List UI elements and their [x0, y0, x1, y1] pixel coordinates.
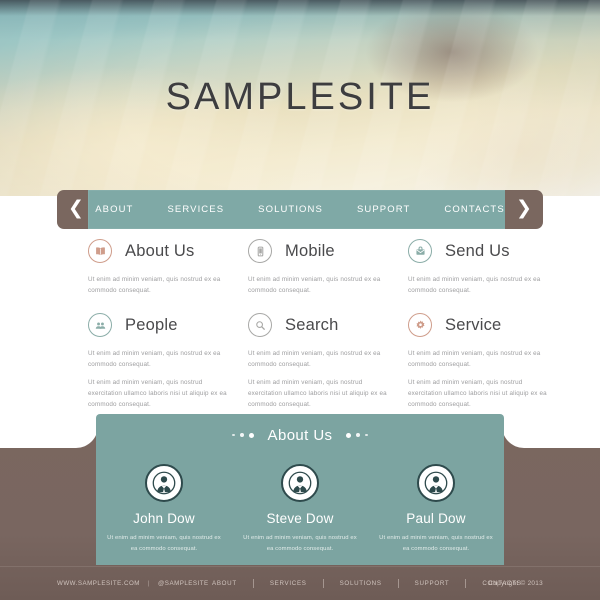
feature-card-header: People: [88, 308, 246, 342]
open-book-icon: [88, 239, 112, 263]
dot-icon: [239, 433, 244, 437]
features-row-2: People Ut enim ad minim veniam, quis nost…: [0, 308, 600, 410]
feature-card-send-us[interactable]: Send Us Ut enim ad minim veniam, quis nos…: [408, 234, 566, 296]
avatar: [281, 464, 319, 502]
team-member-card[interactable]: Paul Dow Ut enim ad minim veniam, quis no…: [368, 456, 504, 555]
feature-card-description: Ut enim ad minim veniam, quis nostrud ex…: [88, 379, 227, 409]
feature-card-description: Ut enim ad minim veniam, quis nostrud ex…: [248, 350, 381, 369]
team-member-name: Steve Dow: [266, 511, 334, 526]
about-us-panel-header: About Us: [96, 414, 504, 456]
footer-link-support[interactable]: SUPPORT: [399, 580, 466, 587]
feature-card-people[interactable]: People Ut enim ad minim veniam, quis nost…: [88, 308, 246, 410]
feature-card-service[interactable]: Service Ut enim ad minim veniam, quis nos…: [408, 308, 566, 410]
feature-card-header: Send Us: [408, 234, 566, 268]
panel-right-shoulder: [502, 426, 600, 448]
footer-brand-group: WWW.SAMPLESITE.COM | @SAMPLESITE: [57, 580, 209, 587]
nav-next-arrow-button[interactable]: ❯: [505, 190, 543, 229]
feature-card-description: Ut enim ad minim veniam, quis nostrud ex…: [88, 350, 221, 369]
team-member-card[interactable]: Steve Dow Ut enim ad minim veniam, quis n…: [232, 456, 368, 555]
page-root: SAMPLESITE ❮ ABOUT SERVICES SOLUTIONS SUPPO…: [0, 0, 600, 600]
panel-left-shoulder: [0, 426, 98, 448]
feature-card-title: About Us: [125, 241, 195, 260]
feature-card-title: Mobile: [285, 241, 335, 260]
features-section: About Us Ut enim ad minim veniam, quis no…: [0, 234, 600, 414]
envelope-icon: [408, 239, 432, 263]
nav-bar: ABOUT SERVICES SOLUTIONS SUPPORT CONTACTS: [88, 190, 512, 229]
team-member-name: Paul Dow: [406, 511, 466, 526]
feature-card-about-us[interactable]: About Us Ut enim ad minim veniam, quis no…: [88, 234, 246, 296]
footer-link-services[interactable]: SERVICES: [254, 580, 323, 587]
footer-navigation: ABOUT SERVICES SOLUTIONS SUPPORT CONTACTS: [196, 579, 538, 588]
gear-icon: [408, 313, 432, 338]
feature-card-title: Search: [285, 315, 339, 334]
feature-card-title: Service: [445, 315, 502, 334]
feature-card-header: Service: [408, 308, 566, 342]
about-us-panel-title: About Us: [267, 426, 333, 444]
footer-link-about[interactable]: ABOUT: [196, 580, 253, 587]
feature-card-description: Ut enim ad minim veniam, quis nostrud ex…: [408, 350, 541, 369]
feature-card-mobile[interactable]: Mobile Ut enim ad minim veniam, quis nost…: [248, 234, 406, 296]
people-icon: [88, 313, 112, 338]
feature-card-description: Ut enim ad minim veniam, quis nostrud ex…: [408, 276, 541, 295]
decorative-dots-left: [232, 432, 254, 438]
feature-card-description: Ut enim ad minim veniam, quis nostrud ex…: [248, 379, 387, 409]
feature-card-description: Ut enim ad minim veniam, quis nostrud ex…: [408, 379, 547, 409]
dot-icon: [232, 433, 235, 437]
page-title: SAMPLESITE: [165, 76, 435, 118]
main-navigation: ❮ ABOUT SERVICES SOLUTIONS SUPPORT CONTACTS …: [57, 190, 543, 229]
site-footer: WWW.SAMPLESITE.COM | @SAMPLESITE ABOUT SE…: [0, 566, 600, 600]
dot-icon: [346, 432, 352, 438]
nav-item-services[interactable]: SERVICES: [150, 204, 241, 215]
dot-icon: [356, 433, 361, 437]
team-member-bio: Ut enim ad minim veniam, quis nostrud ex…: [107, 535, 221, 552]
footer-divider: |: [147, 580, 151, 587]
team-member-bio: Ut enim ad minim veniam, quis nostrud ex…: [379, 535, 493, 552]
feature-card-header: About Us: [88, 234, 246, 268]
team-members-list: John Dow Ut enim ad minim veniam, quis no…: [96, 456, 504, 555]
feature-card-title: Send Us: [445, 241, 510, 260]
team-member-bio: Ut enim ad minim veniam, quis nostrud ex…: [243, 535, 357, 552]
footer-link-solutions[interactable]: SOLUTIONS: [324, 580, 398, 587]
mobile-phone-icon: [248, 239, 272, 263]
feature-card-description: Ut enim ad minim veniam, quis nostrud ex…: [88, 276, 221, 295]
feature-card-header: Mobile: [248, 234, 406, 268]
about-us-panel: About Us John Dow Ut enim ad minim veniam…: [96, 414, 504, 565]
team-member-card[interactable]: John Dow Ut enim ad minim veniam, quis no…: [96, 456, 232, 555]
feature-card-description: Ut enim ad minim veniam, quis nostrud ex…: [248, 276, 381, 295]
footer-website-link[interactable]: WWW.SAMPLESITE.COM: [57, 580, 140, 587]
nav-item-solutions[interactable]: SOLUTIONS: [241, 204, 340, 215]
decorative-dots-right: [346, 432, 368, 438]
nav-item-about[interactable]: ABOUT: [78, 204, 150, 215]
feature-card-search[interactable]: Search Ut enim ad minim veniam, quis nost…: [248, 308, 406, 410]
footer-copyright: Copyright © 2013: [488, 580, 543, 587]
avatar: [145, 464, 183, 502]
magnifier-icon: [248, 313, 272, 338]
feature-card-title: People: [125, 315, 178, 334]
features-row-1: About Us Ut enim ad minim veniam, quis no…: [0, 234, 600, 296]
avatar: [417, 464, 455, 502]
nav-item-support[interactable]: SUPPORT: [340, 204, 427, 215]
feature-card-header: Search: [248, 308, 406, 342]
team-member-name: John Dow: [133, 511, 195, 526]
dot-icon: [365, 433, 368, 437]
